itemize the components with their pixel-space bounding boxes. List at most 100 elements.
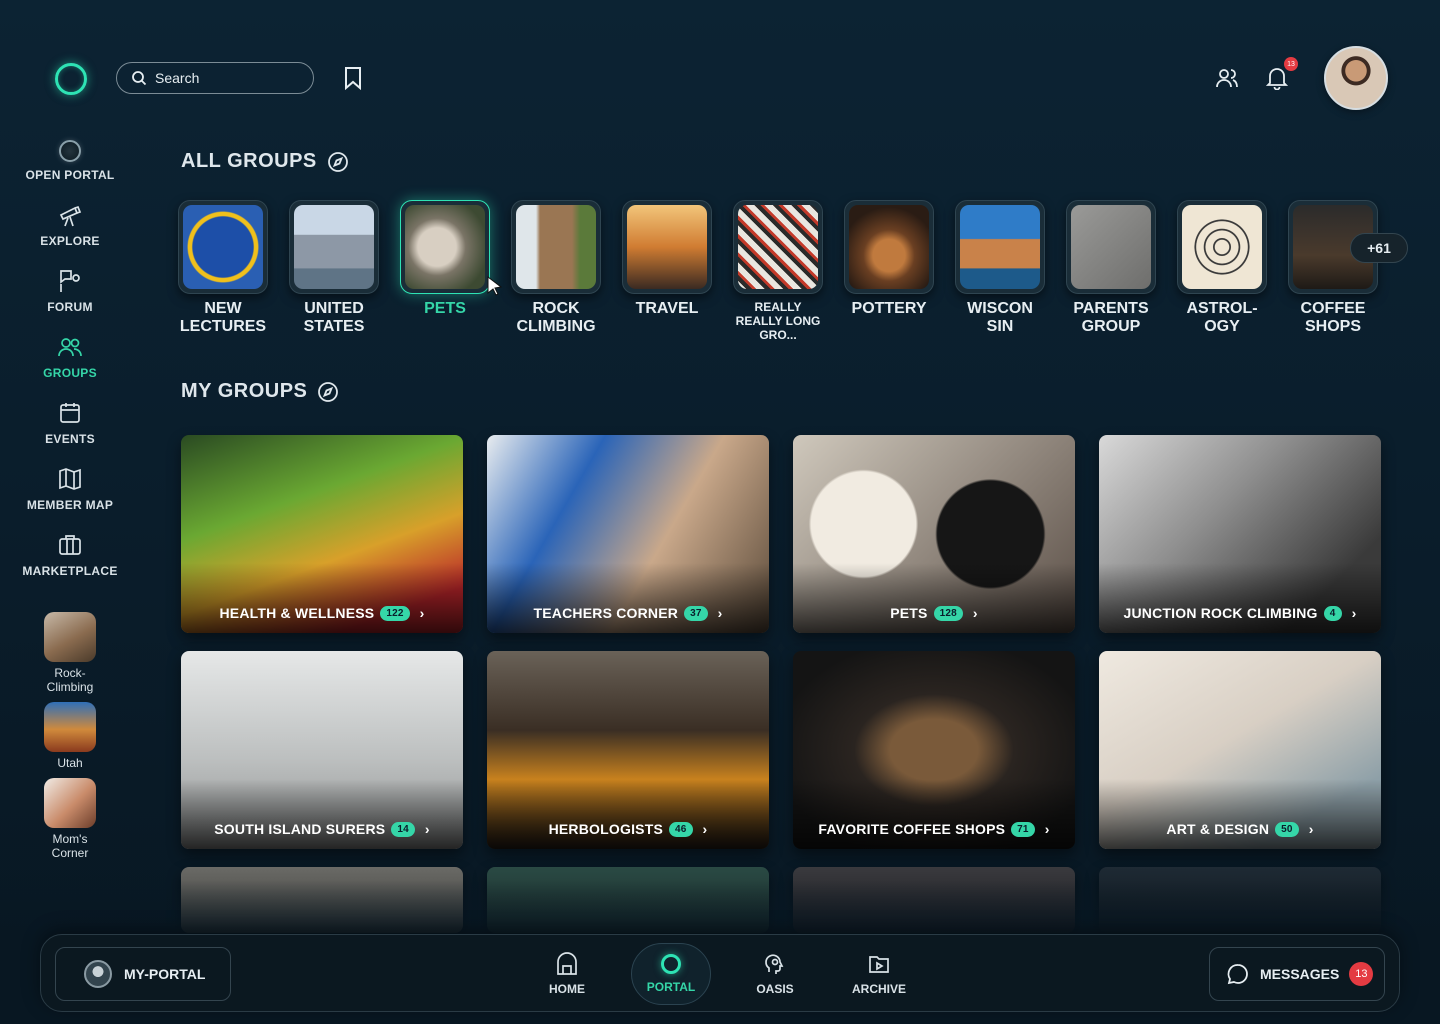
member-count-badge: 122 bbox=[380, 605, 410, 621]
search-icon bbox=[132, 71, 147, 86]
group-image bbox=[849, 205, 929, 289]
group-tile-wisconsin[interactable]: WISCON SIN bbox=[955, 200, 1045, 342]
app-logo[interactable] bbox=[55, 63, 87, 95]
member-count-badge: 71 bbox=[1011, 821, 1035, 837]
group-tile-frame bbox=[622, 200, 712, 294]
bottom-nav-bar: MY-PORTAL HOME PORTAL OASIS ARCHIVE MESS… bbox=[40, 934, 1400, 1012]
search-placeholder: Search bbox=[155, 70, 200, 86]
sidebar-item-explore[interactable]: EXPLORE bbox=[0, 202, 140, 248]
telescope-icon bbox=[59, 205, 82, 227]
group-tile-pets[interactable]: PETS bbox=[400, 200, 490, 342]
sidebar: OPEN PORTAL EXPLORE FORUM GROUPS EVENTS … bbox=[0, 140, 140, 860]
chevron-right-icon: › bbox=[1308, 821, 1314, 837]
group-image bbox=[516, 205, 596, 289]
card-title: TEACHERS CORNER bbox=[533, 605, 679, 621]
group-tile-really-long[interactable]: REALLY REALLY LONG GRO... bbox=[733, 200, 823, 342]
calendar-icon bbox=[60, 403, 80, 423]
my-groups-heading: MY GROUPS bbox=[181, 380, 339, 403]
my-portal-button[interactable]: MY-PORTAL bbox=[55, 947, 231, 1001]
card-shade bbox=[1099, 779, 1381, 849]
group-tile-frame bbox=[733, 200, 823, 294]
shortcut-moms-corner[interactable]: Mom's Corner bbox=[0, 778, 140, 860]
shortcut-thumbnail bbox=[44, 778, 96, 828]
card-shade bbox=[181, 779, 463, 849]
member-count-badge: 128 bbox=[933, 605, 963, 621]
sidebar-item-events[interactable]: EVENTS bbox=[0, 400, 140, 446]
group-card-art-design[interactable]: ART & DESIGN 50 › bbox=[1099, 651, 1381, 849]
group-card-health-wellness[interactable]: HEALTH & WELLNESS 122 › bbox=[181, 435, 463, 633]
group-card-junction-rock-climbing[interactable]: JUNCTION ROCK CLIMBING 4 › bbox=[1099, 435, 1381, 633]
sidebar-item-forum[interactable]: FORUM bbox=[0, 268, 140, 314]
group-card-teachers-corner[interactable]: TEACHERS CORNER 37 › bbox=[487, 435, 769, 633]
all-groups-row: NEW LECTURES UNITED STATES PETS ROCK CLI… bbox=[178, 200, 1378, 342]
group-tile-pottery[interactable]: POTTERY bbox=[844, 200, 934, 342]
sidebar-item-label: FORUM bbox=[47, 300, 93, 314]
group-tile-united-states[interactable]: UNITED STATES bbox=[289, 200, 379, 342]
group-card-favorite-coffee-shops[interactable]: FAVORITE COFFEE SHOPS 71 › bbox=[793, 651, 1075, 849]
group-tile-parents-group[interactable]: PARENTS GROUP bbox=[1066, 200, 1156, 342]
group-card-herbologists[interactable]: HERBOLOGISTS 46 › bbox=[487, 651, 769, 849]
group-label: COFFEE SHOPS bbox=[1300, 300, 1366, 335]
group-label: WISCON SIN bbox=[967, 300, 1033, 335]
compass-icon[interactable] bbox=[317, 381, 339, 403]
nav-home[interactable]: HOME bbox=[527, 943, 607, 1005]
nav-label: ARCHIVE bbox=[851, 982, 906, 996]
group-card-south-island-surers[interactable]: SOUTH ISLAND SURERS 14 › bbox=[181, 651, 463, 849]
nav-archive[interactable]: ARCHIVE bbox=[839, 943, 919, 1005]
chevron-right-icon: › bbox=[717, 605, 723, 621]
member-count-badge: 46 bbox=[669, 821, 693, 837]
shortcut-label: Rock- Climbing bbox=[46, 666, 94, 694]
nav-oasis[interactable]: OASIS bbox=[735, 943, 815, 1005]
card-title: HEALTH & WELLNESS bbox=[219, 605, 375, 621]
user-avatar[interactable] bbox=[1324, 46, 1388, 110]
group-label: NEW LECTURES bbox=[179, 300, 267, 335]
my-groups-title: MY GROUPS bbox=[181, 380, 308, 402]
group-tile-coffee-shops[interactable]: COFFEE SHOPS bbox=[1288, 200, 1378, 342]
sidebar-item-groups[interactable]: GROUPS bbox=[0, 334, 140, 380]
group-tile-new-lectures[interactable]: NEW LECTURES bbox=[178, 200, 268, 342]
people-button[interactable] bbox=[1214, 65, 1240, 91]
sidebar-item-label: GROUPS bbox=[43, 366, 97, 380]
all-groups-title: ALL GROUPS bbox=[181, 150, 317, 172]
card-shade bbox=[487, 779, 769, 849]
compass-icon[interactable] bbox=[327, 151, 349, 173]
group-tile-frame bbox=[400, 200, 490, 294]
card-caption: PETS 128 › bbox=[793, 605, 1075, 621]
group-tile-frame bbox=[844, 200, 934, 294]
search-input[interactable]: Search bbox=[116, 62, 314, 94]
bottom-nav-items: HOME PORTAL OASIS ARCHIVE bbox=[527, 943, 919, 1005]
sidebar-item-marketplace[interactable]: MARKETPLACE bbox=[0, 532, 140, 578]
group-label: REALLY REALLY LONG GRO... bbox=[735, 300, 821, 342]
sidebar-item-member-map[interactable]: MEMBER MAP bbox=[0, 466, 140, 512]
group-image bbox=[1071, 205, 1151, 289]
group-label: ASTROL-OGY bbox=[1186, 300, 1258, 335]
sidebar-item-label: EXPLORE bbox=[40, 234, 100, 248]
group-tile-travel[interactable]: TRAVEL bbox=[622, 200, 712, 342]
group-card-pets[interactable]: PETS 128 › bbox=[793, 435, 1075, 633]
card-caption: JUNCTION ROCK CLIMBING 4 › bbox=[1099, 605, 1381, 621]
shortcut-rock-climbing[interactable]: Rock- Climbing bbox=[0, 612, 140, 694]
group-image bbox=[627, 205, 707, 289]
group-tile-frame bbox=[1066, 200, 1156, 294]
notifications-button[interactable]: 13 bbox=[1264, 57, 1298, 91]
bell-icon bbox=[1266, 68, 1288, 90]
member-count-badge: 4 bbox=[1323, 605, 1342, 621]
sidebar-item-label: EVENTS bbox=[45, 432, 95, 446]
nav-portal[interactable]: PORTAL bbox=[631, 943, 711, 1005]
portal-orb-icon bbox=[59, 140, 81, 162]
group-label: TRAVEL bbox=[635, 300, 699, 317]
archive-icon bbox=[869, 956, 889, 973]
bookmark-icon[interactable] bbox=[343, 66, 363, 90]
notification-badge: 13 bbox=[1284, 57, 1298, 71]
card-title: FAVORITE COFFEE SHOPS bbox=[818, 821, 1006, 837]
chevron-right-icon: › bbox=[1044, 821, 1050, 837]
member-count-badge: 37 bbox=[684, 605, 708, 621]
group-tile-astrology[interactable]: ASTROL-OGY bbox=[1177, 200, 1267, 342]
shortcut-utah[interactable]: Utah bbox=[0, 702, 140, 770]
sidebar-item-open-portal[interactable]: OPEN PORTAL bbox=[0, 140, 140, 182]
card-caption: HEALTH & WELLNESS 122 › bbox=[181, 605, 463, 621]
more-groups-button[interactable]: +61 bbox=[1350, 233, 1408, 263]
member-count-badge: 50 bbox=[1275, 821, 1299, 837]
messages-button[interactable]: MESSAGES 13 bbox=[1209, 947, 1385, 1001]
group-tile-rock-climbing[interactable]: ROCK CLIMBING bbox=[511, 200, 601, 342]
